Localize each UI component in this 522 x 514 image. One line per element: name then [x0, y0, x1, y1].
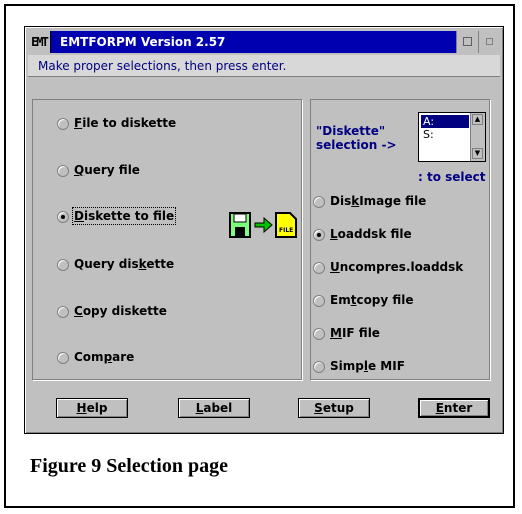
radio-icon[interactable] [57, 306, 69, 318]
enter-button[interactable]: Enter [418, 398, 490, 418]
format-option-label: Loaddsk file [330, 227, 412, 241]
format-option-label: Simple MIF [330, 359, 405, 373]
radio-icon[interactable] [313, 229, 325, 241]
select-hint: : to select [418, 170, 486, 184]
mode-option-label: Query diskette [74, 257, 175, 271]
radio-icon[interactable] [313, 262, 325, 274]
title-bar: EMT EMTFORPM Version 2.57 [28, 31, 500, 53]
setup-button[interactable]: Setup [298, 398, 370, 418]
minimize-button[interactable] [456, 31, 478, 53]
listbox-scrollbar[interactable]: ▲ ▼ [470, 113, 485, 161]
maximize-button[interactable] [478, 31, 500, 53]
radio-icon[interactable] [313, 196, 325, 208]
diskette-to-file-illustration: FILE [228, 210, 300, 240]
format-option-label: Uncompres.loaddsk [330, 260, 464, 274]
mode-option-label: Diskette to file [71, 207, 177, 225]
mode-option-label: Copy diskette [74, 304, 167, 318]
mode-option-label: Compare [74, 350, 135, 364]
diskette-selection-label-line2: selection -> [316, 138, 397, 152]
minimize-icon [463, 37, 472, 46]
radio-icon[interactable] [313, 361, 325, 373]
diskette-listbox[interactable]: A: S: ▲ ▼ [418, 112, 486, 162]
figure-caption: Figure 9 Selection page [30, 455, 228, 477]
format-option-label: Emtcopy file [330, 293, 414, 307]
scroll-up-icon[interactable]: ▲ [472, 114, 483, 125]
maximize-icon [486, 38, 493, 45]
diskette-icon: FILE [229, 212, 297, 238]
instruction-line: Make proper selections, then press enter… [28, 55, 500, 77]
diskette-selection-label-line1: "Diskette" [316, 124, 386, 138]
radio-icon[interactable] [313, 328, 325, 340]
list-item[interactable]: A: [421, 115, 469, 128]
label-button[interactable]: Label [178, 398, 250, 418]
help-button[interactable]: Help [56, 398, 128, 418]
radio-icon[interactable] [313, 295, 325, 307]
radio-icon[interactable] [57, 118, 69, 130]
mode-option-label: Query file [74, 163, 140, 177]
mode-option-label: File to diskette [74, 116, 177, 130]
radio-icon[interactable] [57, 211, 69, 223]
radio-icon[interactable] [57, 165, 69, 177]
system-menu-icon[interactable]: EMT [28, 31, 51, 53]
list-item[interactable]: S: [421, 128, 469, 141]
radio-icon[interactable] [57, 352, 69, 364]
format-option-label: DiskImage file [330, 194, 427, 208]
radio-icon[interactable] [57, 259, 69, 271]
format-option-label: MIF file [330, 326, 380, 340]
arrow-right-icon [254, 216, 273, 234]
file-icon-label: FILE [279, 227, 293, 234]
window-title: EMTFORPM Version 2.57 [60, 35, 226, 49]
scroll-down-icon[interactable]: ▼ [472, 148, 483, 159]
